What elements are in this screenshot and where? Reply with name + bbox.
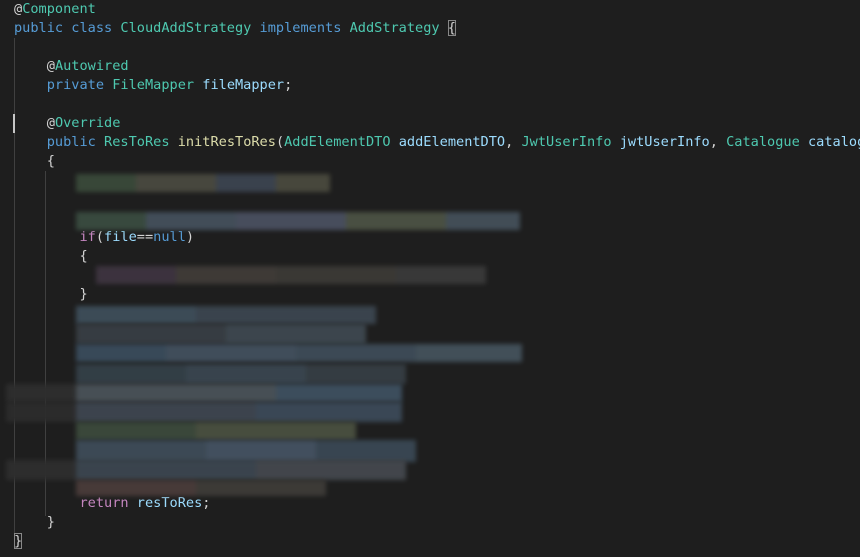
code-token: , xyxy=(505,134,522,150)
code-token: return xyxy=(79,495,129,511)
code-token: Autowired xyxy=(54,58,129,74)
code-line[interactable]: { xyxy=(14,247,88,266)
redacted-region xyxy=(76,364,406,384)
code-line[interactable]: public class CloudAddStrategy implements… xyxy=(14,19,456,38)
code-line[interactable]: } xyxy=(14,285,88,304)
code-token: public xyxy=(46,134,96,150)
redacted-region xyxy=(76,306,376,324)
code-token: @ xyxy=(46,58,55,74)
code-token: ( xyxy=(95,229,105,245)
code-token: AddElementDTO xyxy=(284,134,391,150)
code-line[interactable]: { xyxy=(14,152,55,171)
code-token: } xyxy=(46,514,55,530)
code-token: JwtUserInfo xyxy=(521,134,612,150)
code-token: ; xyxy=(202,495,211,511)
code-token: @ xyxy=(46,115,55,131)
code-line[interactable]: @Autowired xyxy=(14,57,129,76)
code-line[interactable]: } xyxy=(14,513,55,532)
code-token: ( xyxy=(275,134,285,150)
code-line[interactable]: public ResToRes initResToRes(AddElementD… xyxy=(14,133,860,152)
code-line[interactable]: if(file==null) xyxy=(14,228,194,247)
code-token: public xyxy=(14,20,64,36)
redacted-region xyxy=(6,402,402,422)
code-token: catalogue xyxy=(807,134,860,150)
code-editor[interactable]: @Component public class CloudAddStrategy … xyxy=(0,0,860,557)
code-token: , xyxy=(709,134,727,150)
redacted-region xyxy=(6,384,402,402)
code-token: } xyxy=(79,286,88,302)
code-token: resToRes xyxy=(136,495,203,511)
code-token: @ xyxy=(14,1,23,17)
code-token: class xyxy=(71,20,113,36)
code-token: == xyxy=(136,229,154,245)
code-token: Catalogue xyxy=(726,134,800,150)
code-token: { xyxy=(46,153,55,169)
code-token: ) xyxy=(185,229,195,245)
code-token: if xyxy=(79,229,96,245)
code-token: addElementDTO xyxy=(398,134,506,150)
redacted-region xyxy=(76,480,326,496)
redacted-region xyxy=(6,460,406,480)
code-token: ; xyxy=(284,77,293,93)
redacted-region xyxy=(76,344,522,362)
code-token: private xyxy=(46,77,105,93)
code-token: jwtUserInfo xyxy=(619,134,710,150)
redacted-region xyxy=(76,422,356,440)
code-token: CloudAddStrategy xyxy=(120,20,252,36)
code-token: null xyxy=(153,229,186,245)
code-line[interactable]: @Component xyxy=(14,0,96,19)
code-line[interactable]: return resToRes; xyxy=(14,494,210,513)
redacted-region xyxy=(76,440,416,462)
code-token: } xyxy=(14,533,23,549)
redacted-region xyxy=(76,212,520,230)
code-token: initResToRes xyxy=(177,134,276,150)
code-line[interactable]: private FileMapper fileMapper; xyxy=(14,76,293,95)
code-token: ResToRes xyxy=(104,134,170,150)
redacted-region xyxy=(76,174,330,192)
code-token: Override xyxy=(54,115,121,131)
redacted-region xyxy=(96,266,486,284)
code-token: implements xyxy=(259,20,342,36)
code-token: Component xyxy=(22,1,96,17)
code-token: fileMapper xyxy=(202,77,285,93)
code-token: file xyxy=(104,229,137,245)
code-token: FileMapper xyxy=(112,77,195,93)
code-token: { xyxy=(79,248,88,264)
redacted-region xyxy=(76,324,366,344)
code-token: AddStrategy xyxy=(349,20,440,36)
code-line[interactable]: } xyxy=(14,532,23,551)
code-token: { xyxy=(447,20,456,36)
code-line[interactable]: @Override xyxy=(14,114,121,133)
